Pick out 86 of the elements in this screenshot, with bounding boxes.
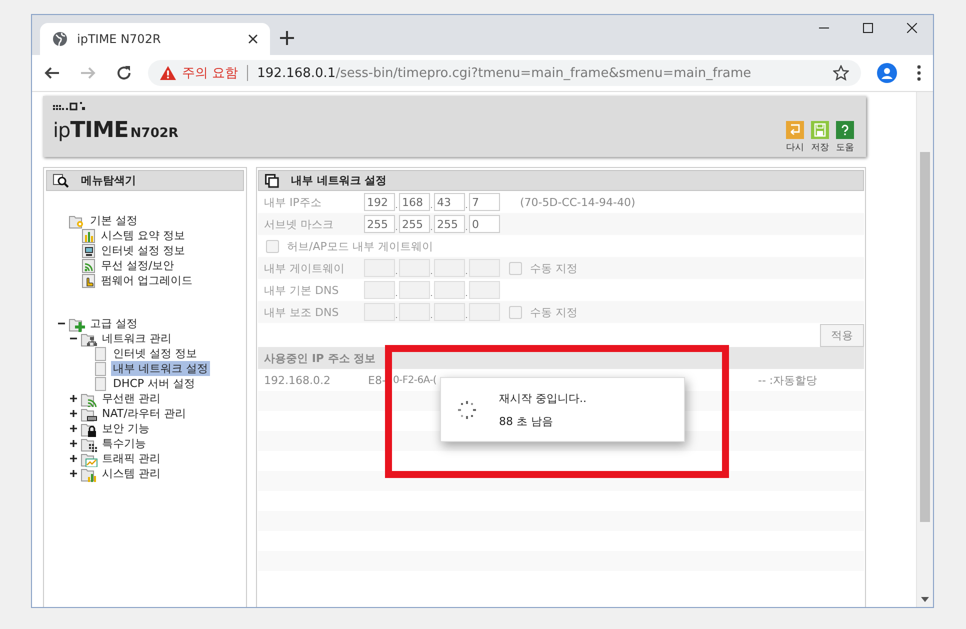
globe-icon (52, 31, 68, 47)
dialog-message: 재시작 중입니다.. (499, 390, 586, 406)
security-warning: 주의 요함 (182, 65, 238, 82)
tree-item[interactable]: 네트워크 관리 (100, 331, 174, 346)
maximize-icon[interactable] (863, 23, 873, 33)
table-cell: -- :자동할당 (758, 372, 818, 388)
model-name: N702R (130, 126, 178, 141)
field-label: 내부 보조 DNS (264, 304, 340, 320)
checkbox-label: 수동 지정 (530, 304, 578, 320)
scroll-down-icon[interactable] (921, 597, 929, 602)
ip-octet-field[interactable]: 43 (434, 193, 465, 211)
tree-item[interactable]: 무선랜 관리 (100, 391, 162, 406)
spinner-icon (457, 400, 477, 420)
ip-octet-field[interactable]: 192 (364, 193, 395, 211)
expand-icon[interactable] (70, 410, 77, 417)
close-icon[interactable] (907, 23, 917, 33)
ip-octet-field[interactable]: 255 (434, 215, 465, 233)
tree-item[interactable]: 특수기능 (100, 436, 148, 451)
help-icon (836, 121, 854, 139)
countdown-text: 88 초 남음 (499, 414, 554, 428)
toolbar-button[interactable]: 저장 (811, 121, 829, 154)
expand-icon[interactable] (70, 425, 77, 432)
browser-tab[interactable]: ipTIME N702R (40, 23, 270, 55)
section-title: 사용중인 IP 주소 정보 (264, 350, 376, 366)
page-icon (93, 376, 109, 392)
checkbox-label: 허브/AP모드 내부 게이트웨이 (287, 238, 433, 254)
floppy-disk-icon (811, 121, 829, 139)
collapse-icon[interactable] (58, 320, 65, 327)
tab-title: ipTIME N702R (77, 32, 162, 46)
expand-icon[interactable] (70, 470, 77, 477)
star-icon[interactable] (833, 65, 849, 81)
reload-icon[interactable] (116, 65, 132, 81)
monitor-icon (81, 242, 97, 258)
ip-octet-field[interactable]: 0 (469, 215, 500, 233)
tree-item[interactable]: NAT/라우터 관리 (100, 406, 188, 421)
toolbar-button[interactable]: 다시 (786, 121, 804, 154)
toolbar-button[interactable]: 도움 (836, 121, 854, 154)
ip-octet-field[interactable]: 255 (364, 215, 395, 233)
warning-icon (160, 66, 176, 80)
tree-item[interactable]: 시스템 요약 정보 (99, 228, 187, 243)
back-arrow-icon[interactable] (44, 65, 60, 81)
avatar-icon[interactable] (877, 63, 897, 83)
field-label: 내부 기본 DNS (264, 282, 340, 298)
page-icon (93, 360, 109, 376)
expand-icon[interactable] (70, 395, 77, 402)
checkbox[interactable] (266, 240, 279, 252)
menu-icon[interactable] (917, 65, 921, 81)
tree-item[interactable]: 기본 설정 (88, 213, 140, 228)
search-icon (53, 174, 69, 188)
expand-icon[interactable] (70, 455, 77, 462)
brand-logo: ipTIME (53, 118, 128, 143)
bar-chart-icon (81, 228, 97, 244)
table-cell-text: 192.168.0.2 (264, 374, 332, 386)
tree-item[interactable]: 무선 설정/보안 (99, 258, 176, 273)
field-label: 서브넷 마스크 (264, 216, 334, 232)
wifi-icon (81, 258, 97, 274)
ip-octet-field[interactable]: 168 (399, 193, 430, 211)
field-label: 내부 게이트웨이 (264, 260, 346, 276)
windows-icon (265, 174, 279, 188)
tree-item[interactable]: 인터넷 설정 정보 (99, 243, 187, 258)
tree-item[interactable]: 펌웨어 업그레이드 (99, 273, 194, 288)
address-field[interactable]: 주의 요함 192.168.0.1/sess-bin/timepro.cgi?tmenu=main_frame&smenu=main_frame (148, 60, 861, 86)
tree-item[interactable]: 내부 네트워크 설정 (111, 361, 210, 376)
page-hand-icon (81, 272, 97, 288)
checkbox-label: 수동 지정 (530, 260, 578, 276)
table-cell-text: E8- (368, 374, 387, 386)
tree-item[interactable]: 고급 설정 (88, 316, 140, 331)
mac-address: (70-5D-CC-14-94-40) (520, 196, 636, 208)
panel-title: 메뉴탐색기 (81, 173, 136, 188)
scrollbar[interactable] (916, 92, 933, 607)
table-cell-text: 0-F2-6A-( (392, 374, 438, 386)
tree-item[interactable]: 트래픽 관리 (100, 451, 162, 466)
tree-item[interactable]: 시스템 관리 (100, 466, 162, 481)
url-text: 192.168.0.1/sess-bin/timepro.cgi?tmenu=main_frame&smenu=main_frame (257, 66, 752, 80)
tree-item[interactable]: DHCP 서버 설정 (111, 376, 198, 391)
expand-icon[interactable] (70, 440, 77, 447)
ip-octet-field[interactable]: 7 (469, 193, 500, 211)
new-tab-icon[interactable] (280, 31, 294, 45)
ip-octet-field[interactable]: 255 (399, 215, 430, 233)
panel-title: 내부 네트워크 설정 (291, 173, 387, 188)
page-icon (93, 346, 109, 362)
collapse-icon[interactable] (70, 335, 77, 342)
field-label: 내부 IP주소 (264, 194, 322, 210)
tree-item[interactable]: 보안 기능 (100, 421, 152, 436)
tree-item[interactable]: 인터넷 설정 정보 (111, 346, 199, 361)
close-icon[interactable] (248, 34, 258, 44)
